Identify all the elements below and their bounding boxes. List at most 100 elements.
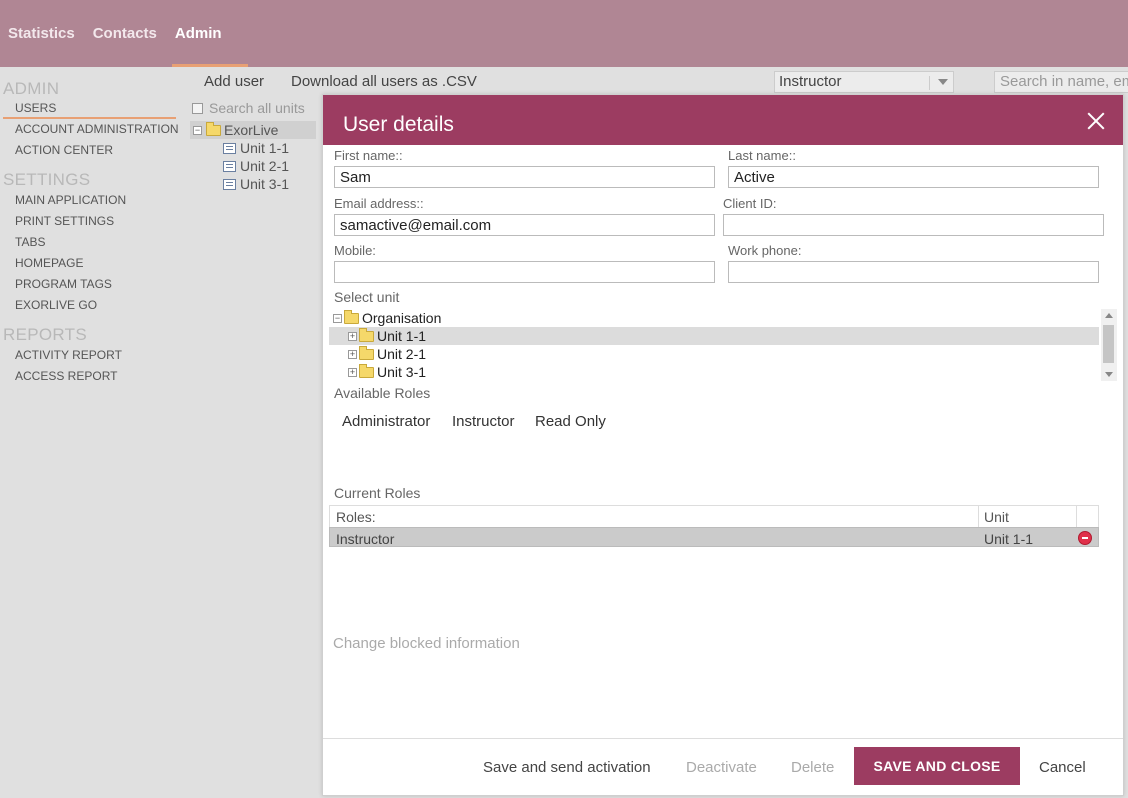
unit-cell: Unit 1-1 [984, 531, 1034, 547]
chevron-down-icon [929, 76, 955, 90]
role-option-instructor[interactable]: Instructor [452, 413, 515, 430]
scroll-thumb[interactable] [1103, 325, 1114, 363]
sidebar-section-reports: REPORTS [3, 325, 87, 344]
sidebar-item-access-report[interactable]: ACCESS REPORT [0, 366, 185, 387]
nav-admin[interactable]: Admin [171, 0, 248, 67]
role-cell: Instructor [336, 531, 395, 547]
expand-icon[interactable]: + [348, 331, 357, 341]
user-details-dialog: User details First name:: Sam Last name:… [322, 94, 1124, 796]
dialog-header: User details [323, 95, 1123, 145]
tree-node-unit-2-1[interactable]: Unit 2-1 [190, 157, 320, 175]
search-all-units-label: Search all units [209, 100, 305, 116]
delete-button[interactable]: Delete [791, 759, 834, 776]
mobile-field[interactable] [334, 261, 715, 283]
tree-node-unit-3-1[interactable]: Unit 3-1 [190, 175, 320, 193]
scroll-down-icon[interactable] [1105, 372, 1113, 377]
top-nav: Statistics Contacts Admin [0, 0, 248, 67]
unit-tree-item[interactable]: + Unit 3-1 [329, 363, 1117, 381]
folder-icon [359, 363, 374, 378]
email-field[interactable]: samactive@email.com [334, 214, 715, 236]
unit-icon [223, 142, 236, 154]
client-id-label: Client ID: [723, 196, 777, 211]
column-divider [1076, 506, 1077, 527]
role-filter-value: Instructor [779, 73, 842, 90]
unit-tree-item[interactable]: + Unit 2-1 [329, 345, 1117, 363]
unit-tree-item-label: Unit 2-1 [377, 346, 427, 362]
collapse-icon[interactable]: − [193, 125, 202, 135]
tree-node-root-label: ExorLive [224, 122, 279, 138]
folder-icon [359, 345, 374, 360]
unit-tree-item-label: Unit 3-1 [377, 364, 427, 380]
unit-column-header: Unit [984, 509, 1009, 525]
first-name-field[interactable]: Sam [334, 166, 715, 188]
folder-icon [359, 327, 374, 342]
sidebar-item-print-settings[interactable]: PRINT SETTINGS [0, 211, 185, 232]
save-and-close-button[interactable]: SAVE AND CLOSE [854, 747, 1020, 785]
tree-node-root[interactable]: − ExorLive [190, 121, 316, 139]
sidebar-item-homepage[interactable]: HOMEPAGE [0, 253, 185, 274]
sidebar-item-users[interactable]: USERS [3, 99, 176, 119]
user-search-input[interactable]: Search in name, em [994, 71, 1128, 93]
unit-icon [223, 178, 236, 190]
sidebar-item-action-center[interactable]: ACTION CENTER [0, 140, 185, 161]
roles-column-header: Roles: [336, 509, 376, 525]
search-all-units[interactable]: Search all units [190, 97, 320, 119]
role-option-administrator[interactable]: Administrator [342, 413, 430, 430]
dialog-footer: Save and send activation Deactivate Dele… [323, 738, 1123, 795]
tree-node-label: Unit 1-1 [240, 140, 290, 156]
table-row[interactable]: Instructor Unit 1-1 [329, 527, 1099, 547]
mobile-label: Mobile: [334, 243, 376, 258]
unit-tree-item-label: Unit 1-1 [377, 328, 427, 344]
sidebar-section-admin: ADMIN [3, 79, 60, 98]
client-id-field[interactable] [723, 214, 1104, 236]
search-all-units-checkbox[interactable] [192, 102, 203, 114]
expand-icon[interactable]: + [348, 367, 357, 377]
sidebar-item-program-tags[interactable]: PROGRAM TAGS [0, 274, 185, 295]
tree-node-label: Unit 3-1 [240, 176, 290, 192]
sidebar-item-activity-report[interactable]: ACTIVITY REPORT [0, 345, 185, 366]
available-roles-label: Available Roles [334, 385, 431, 401]
unit-tree-item[interactable]: + Unit 1-1 [329, 327, 1099, 345]
current-roles-table: Roles: Unit Instructor Unit 1-1 [329, 505, 1099, 547]
download-csv-button[interactable]: Download all users as .CSV [291, 73, 477, 90]
cancel-button[interactable]: Cancel [1039, 759, 1086, 776]
unit-icon [223, 160, 236, 172]
tree-node-unit-1-1[interactable]: Unit 1-1 [190, 139, 320, 157]
save-and-send-activation-button[interactable]: Save and send activation [483, 759, 651, 776]
close-icon[interactable] [1087, 112, 1105, 130]
column-divider [978, 506, 979, 527]
sidebar-section-settings: SETTINGS [3, 170, 91, 189]
unit-tree-scrollbar[interactable] [1101, 309, 1117, 381]
role-filter-select[interactable]: Instructor [774, 71, 954, 93]
sidebar-item-exorlive-go[interactable]: EXORLIVE GO [0, 295, 185, 316]
add-user-button[interactable]: Add user [204, 73, 264, 90]
sidebar: ADMIN USERS ACCOUNT ADMINISTRATION ACTIO… [0, 67, 185, 798]
sidebar-item-tabs[interactable]: TABS [0, 232, 185, 253]
folder-icon [206, 121, 221, 136]
unit-tree-root[interactable]: − Organisation [329, 309, 1117, 327]
last-name-label: Last name:: [728, 148, 796, 163]
select-unit-tree: − Organisation + Unit 1-1 + Unit 2-1 + U… [329, 309, 1117, 381]
deactivate-button[interactable]: Deactivate [686, 759, 757, 776]
sidebar-item-main-application[interactable]: MAIN APPLICATION [0, 190, 185, 211]
nav-statistics[interactable]: Statistics [8, 0, 75, 67]
last-name-field[interactable]: Active [728, 166, 1099, 188]
dialog-title: User details [343, 113, 454, 136]
role-option-read-only[interactable]: Read Only [535, 413, 606, 430]
users-toolbar: Add user Download all users as .CSV Inst… [190, 67, 1128, 95]
work-phone-field[interactable] [728, 261, 1099, 283]
current-roles-label: Current Roles [334, 485, 421, 501]
top-bar: Statistics Contacts Admin [0, 0, 1128, 67]
scroll-up-icon[interactable] [1105, 313, 1113, 318]
remove-role-icon[interactable] [1078, 531, 1092, 545]
work-phone-label: Work phone: [728, 243, 802, 258]
sidebar-item-account-administration[interactable]: ACCOUNT ADMINISTRATION [0, 119, 185, 140]
change-blocked-information-link[interactable]: Change blocked information [333, 635, 520, 652]
unit-tree-panel: Search all units − ExorLive Unit 1-1 Uni… [190, 97, 320, 193]
collapse-icon[interactable]: − [333, 313, 342, 323]
nav-contacts[interactable]: Contacts [93, 0, 157, 67]
expand-icon[interactable]: + [348, 349, 357, 359]
tree-node-label: Unit 2-1 [240, 158, 290, 174]
select-unit-label: Select unit [334, 289, 400, 305]
unit-tree-root-label: Organisation [362, 310, 442, 326]
